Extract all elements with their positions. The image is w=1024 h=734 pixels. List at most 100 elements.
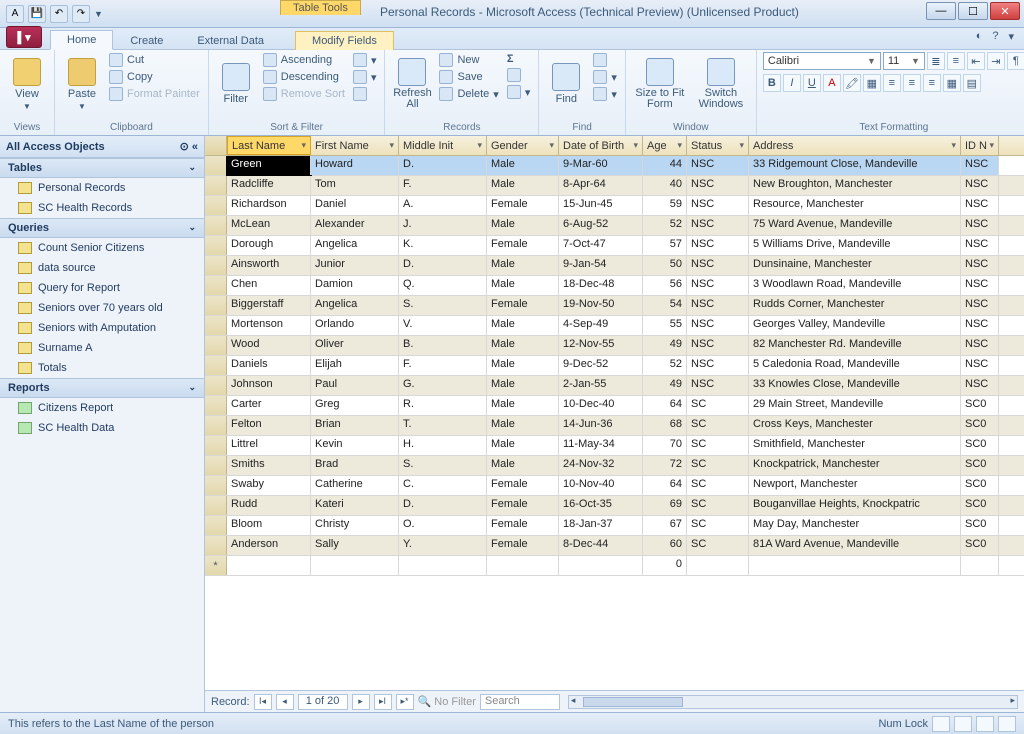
highlight-button[interactable]: 🖍 [843,74,861,92]
row-selector[interactable] [205,316,227,335]
cell[interactable]: SC [687,496,749,515]
column-header[interactable]: Address▾ [749,136,961,155]
cell[interactable]: 7-Oct-47 [559,236,643,255]
table-row[interactable]: BiggerstaffAngelicaS.Female19-Nov-5054NS… [205,296,1024,316]
cell[interactable]: 8-Apr-64 [559,176,643,195]
nav-item[interactable]: Seniors with Amputation [0,318,204,338]
cell[interactable]: Rudds Corner, Manchester [749,296,961,315]
cell[interactable]: S. [399,296,487,315]
size-to-fit-button[interactable]: Size to Fit Form [632,52,688,116]
cell[interactable]: NSC [687,356,749,375]
switch-windows-button[interactable]: Switch Windows [692,52,750,116]
format-painter-button[interactable]: Format Painter [107,86,202,102]
qat-undo-icon[interactable]: ↶ [50,5,68,23]
table-row[interactable]: DanielsElijahF.Male9-Dec-5252NSC5 Caledo… [205,356,1024,376]
ribbon-minimize-icon[interactable]: ▾ [1008,30,1014,43]
cell[interactable]: S. [399,456,487,475]
cell[interactable]: 33 Knowles Close, Mandeville [749,376,961,395]
cell[interactable]: NSC [687,276,749,295]
cell[interactable]: Chen [227,276,311,295]
cell[interactable]: NSC [687,336,749,355]
goto-button[interactable]: ▾ [591,69,619,85]
cell[interactable]: SC0 [961,456,999,475]
cell[interactable]: 67 [643,516,687,535]
table-row[interactable]: GreenHowardD.Male9-Mar-6044NSC33 Ridgemo… [205,156,1024,176]
table-row[interactable]: SwabyCatherineC.Female10-Nov-4064SCNewpo… [205,476,1024,496]
cell[interactable]: F. [399,176,487,195]
cell[interactable]: NSC [687,376,749,395]
cell[interactable]: B. [399,336,487,355]
cell[interactable]: Male [487,216,559,235]
row-selector[interactable] [205,516,227,535]
cell[interactable]: NSC [961,236,999,255]
cell[interactable]: 55 [643,316,687,335]
cell[interactable]: NSC [961,156,999,175]
row-selector[interactable] [205,336,227,355]
row-selector[interactable] [205,216,227,235]
cell[interactable] [311,556,399,575]
row-selector[interactable] [205,356,227,375]
ascending-button[interactable]: Ascending [261,52,347,68]
cell[interactable]: Greg [311,396,399,415]
cell[interactable]: Female [487,516,559,535]
cell[interactable]: 82 Manchester Rd. Mandeville [749,336,961,355]
horizontal-scrollbar[interactable]: ◂ ▸ [568,695,1018,709]
nav-item[interactable]: Count Senior Citizens [0,238,204,258]
cell[interactable]: Kateri [311,496,399,515]
table-row[interactable]: FeltonBrianT.Male14-Jun-3668SCCross Keys… [205,416,1024,436]
advanced-button[interactable]: ▾ [351,69,379,85]
cell[interactable] [559,556,643,575]
cell[interactable]: Male [487,336,559,355]
column-header[interactable]: Status▾ [687,136,749,155]
cell[interactable]: 15-Jun-45 [559,196,643,215]
cell[interactable] [687,556,749,575]
cell[interactable]: NSC [961,316,999,335]
table-row[interactable]: AinsworthJuniorD.Male9-Jan-5450NSCDunsin… [205,256,1024,276]
column-header[interactable]: Age▾ [643,136,687,155]
cell[interactable]: Male [487,376,559,395]
cell[interactable]: SC [687,516,749,535]
cell[interactable]: 10-Dec-40 [559,396,643,415]
cell[interactable]: Radcliffe [227,176,311,195]
cell[interactable]: 19-Nov-50 [559,296,643,315]
row-selector[interactable] [205,496,227,515]
cell[interactable] [749,556,961,575]
align-left-button[interactable]: ≡ [883,74,901,92]
cell[interactable]: 3 Woodlawn Road, Mandeville [749,276,961,295]
cell[interactable]: 5 Caledonia Road, Mandeville [749,356,961,375]
search-input[interactable]: Search [480,694,560,710]
cell[interactable]: 69 [643,496,687,515]
bold-button[interactable]: B [763,74,781,92]
cell[interactable]: 49 [643,336,687,355]
cell[interactable]: 6-Aug-52 [559,216,643,235]
cell[interactable]: NSC [687,176,749,195]
cell[interactable]: Male [487,316,559,335]
delete-button[interactable]: Delete▾ [437,86,500,102]
nav-item[interactable]: Surname A [0,338,204,358]
cell[interactable]: Orlando [311,316,399,335]
cell[interactable]: Resource, Manchester [749,196,961,215]
select-button[interactable]: ▾ [591,86,619,102]
cell[interactable]: SC0 [961,516,999,535]
table-row[interactable]: DoroughAngelicaK.Female7-Oct-4757NSC5 Wi… [205,236,1024,256]
descending-button[interactable]: Descending [261,69,347,85]
cell[interactable]: Biggerstaff [227,296,311,315]
cell[interactable]: 4-Sep-49 [559,316,643,335]
cell[interactable]: 5 Williams Drive, Mandeville [749,236,961,255]
close-button[interactable]: ✕ [990,2,1020,20]
cell[interactable]: Littrel [227,436,311,455]
cell[interactable]: Bouganvillae Heights, Knockpatric [749,496,961,515]
prev-record-button[interactable]: ◂ [276,694,294,710]
cell[interactable]: 81A Ward Avenue, Mandeville [749,536,961,555]
font-selector[interactable]: Calibri▼ [763,52,881,70]
cell[interactable]: Johnson [227,376,311,395]
cell[interactable]: 49 [643,376,687,395]
cell[interactable]: Newport, Manchester [749,476,961,495]
cell[interactable]: J. [399,216,487,235]
replace-button[interactable] [591,52,619,68]
form-view-button[interactable] [998,716,1016,732]
cell[interactable]: Felton [227,416,311,435]
nav-item[interactable]: Personal Records [0,178,204,198]
cell[interactable]: 14-Jun-36 [559,416,643,435]
table-row[interactable]: SmithsBradS.Male24-Nov-3272SCKnockpatric… [205,456,1024,476]
